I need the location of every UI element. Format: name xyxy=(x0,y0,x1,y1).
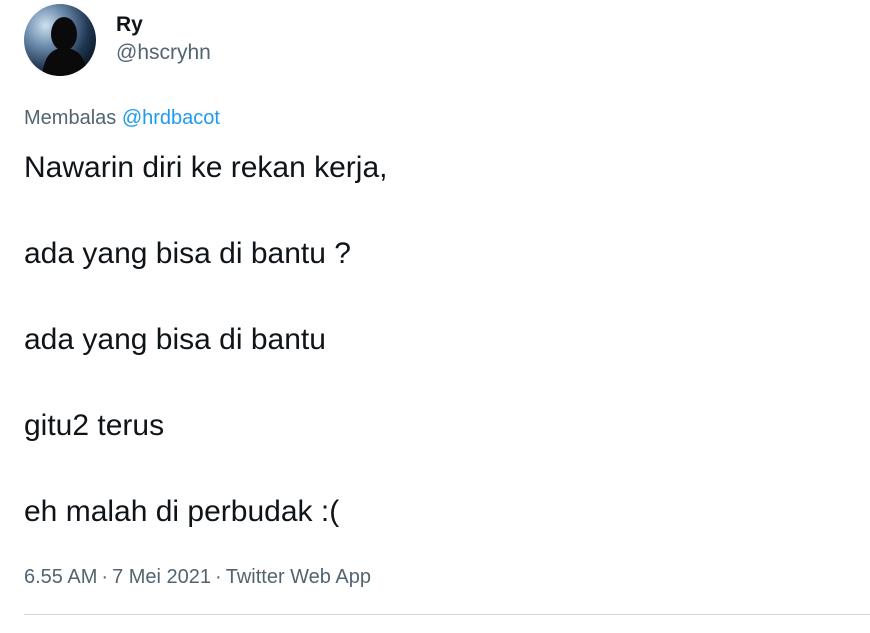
author-names: Ry @hscryhn xyxy=(116,12,211,66)
tweet-time[interactable]: 6.55 AM xyxy=(24,566,97,588)
divider xyxy=(24,614,870,615)
tweet-text-line: ada yang bisa di bantu xyxy=(24,323,326,356)
tweet-text-line: eh malah di perbudak :( xyxy=(24,495,340,528)
reply-mention-link[interactable]: @hrdbacot xyxy=(122,107,220,129)
tweet-text-line: Nawarin diri ke rekan kerja, xyxy=(24,151,388,184)
avatar[interactable] xyxy=(24,4,96,76)
reply-context: Membalas @hrdbacot xyxy=(24,107,220,130)
tweet-header: Ry @hscryhn xyxy=(24,4,211,76)
tweet-text-line: ada yang bisa di bantu ? xyxy=(24,237,351,270)
tweet-date[interactable]: 7 Mei 2021 xyxy=(112,566,211,588)
tweet-metadata: 6.55 AM · 7 Mei 2021 · Twitter Web App xyxy=(24,566,371,589)
author-display-name[interactable]: Ry xyxy=(116,12,211,38)
tweet-text: Nawarin diri ke rekan kerja, ada yang bi… xyxy=(24,150,844,580)
tweet-card: Ry @hscryhn Membalas @hrdbacot Nawarin d… xyxy=(0,0,870,633)
meta-separator: · xyxy=(101,566,109,588)
tweet-text-line: gitu2 terus xyxy=(24,409,165,442)
tweet-source[interactable]: Twitter Web App xyxy=(226,566,371,588)
meta-separator: · xyxy=(215,566,222,588)
reply-prefix: Membalas xyxy=(24,107,117,129)
author-handle[interactable]: @hscryhn xyxy=(116,40,211,66)
avatar-silhouette-icon xyxy=(24,4,96,76)
